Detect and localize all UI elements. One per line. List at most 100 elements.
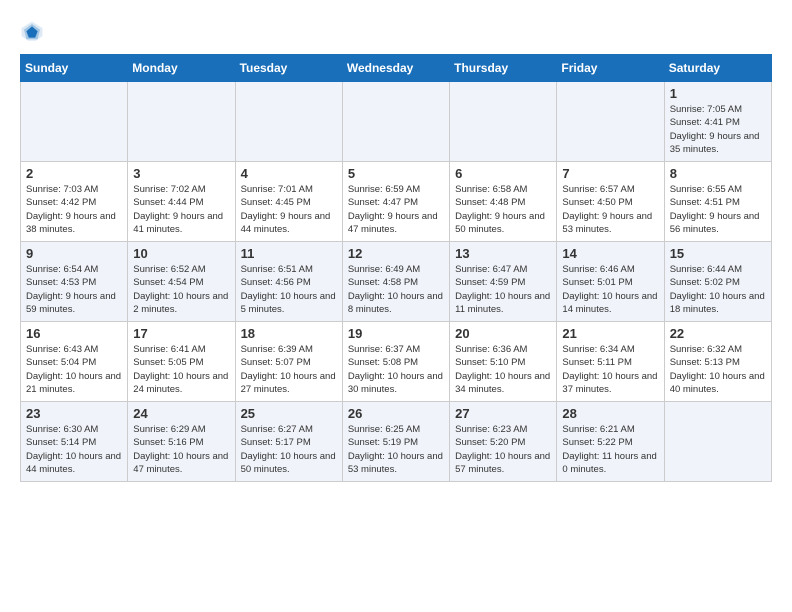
day-info: Sunrise: 6:44 AM Sunset: 5:02 PM Dayligh… — [670, 263, 766, 316]
day-info: Sunrise: 6:55 AM Sunset: 4:51 PM Dayligh… — [670, 183, 766, 236]
day-number: 26 — [348, 406, 444, 421]
page-header — [20, 20, 772, 44]
day-number: 20 — [455, 326, 551, 341]
day-number: 11 — [241, 246, 337, 261]
day-info: Sunrise: 6:39 AM Sunset: 5:07 PM Dayligh… — [241, 343, 337, 396]
weekday-header-monday: Monday — [128, 55, 235, 82]
calendar-cell: 10 Sunrise: 6:52 AM Sunset: 4:54 PM Dayli… — [128, 242, 235, 322]
day-number: 19 — [348, 326, 444, 341]
week-row-5: 23 Sunrise: 6:30 AM Sunset: 5:14 PM Dayli… — [21, 402, 772, 482]
calendar-cell: 24 Sunrise: 6:29 AM Sunset: 5:16 PM Dayli… — [128, 402, 235, 482]
week-row-3: 9 Sunrise: 6:54 AM Sunset: 4:53 PM Daylig… — [21, 242, 772, 322]
day-number: 13 — [455, 246, 551, 261]
calendar-cell: 20Sunrise: 6:36 AM Sunset: 5:10 PM Dayli… — [450, 322, 557, 402]
calendar-cell: 14 Sunrise: 6:46 AM Sunset: 5:01 PM Dayli… — [557, 242, 664, 322]
day-number: 25 — [241, 406, 337, 421]
day-number: 15 — [670, 246, 766, 261]
logo — [20, 20, 48, 44]
day-info: Sunrise: 6:23 AM Sunset: 5:20 PM Dayligh… — [455, 423, 551, 476]
day-number: 3 — [133, 166, 229, 181]
day-number: 4 — [241, 166, 337, 181]
day-info: Sunrise: 6:51 AM Sunset: 4:56 PM Dayligh… — [241, 263, 337, 316]
calendar-cell — [557, 82, 664, 162]
day-number: 10 — [133, 246, 229, 261]
day-number: 1 — [670, 86, 766, 101]
calendar-cell: 6 Sunrise: 6:58 AM Sunset: 4:48 PM Daylig… — [450, 162, 557, 242]
day-info: Sunrise: 6:46 AM Sunset: 5:01 PM Dayligh… — [562, 263, 658, 316]
calendar-cell — [450, 82, 557, 162]
week-row-4: 16 Sunrise: 6:43 AM Sunset: 5:04 PM Dayli… — [21, 322, 772, 402]
week-row-1: 1Sunrise: 7:05 AM Sunset: 4:41 PM Daylig… — [21, 82, 772, 162]
day-info: Sunrise: 6:52 AM Sunset: 4:54 PM Dayligh… — [133, 263, 229, 316]
calendar-cell: 12Sunrise: 6:49 AM Sunset: 4:58 PM Dayli… — [342, 242, 449, 322]
day-info: Sunrise: 6:57 AM Sunset: 4:50 PM Dayligh… — [562, 183, 658, 236]
day-number: 6 — [455, 166, 551, 181]
day-info: Sunrise: 6:25 AM Sunset: 5:19 PM Dayligh… — [348, 423, 444, 476]
weekday-header-wednesday: Wednesday — [342, 55, 449, 82]
day-info: Sunrise: 6:58 AM Sunset: 4:48 PM Dayligh… — [455, 183, 551, 236]
day-info: Sunrise: 6:29 AM Sunset: 5:16 PM Dayligh… — [133, 423, 229, 476]
calendar-cell: 19 Sunrise: 6:37 AM Sunset: 5:08 PM Dayli… — [342, 322, 449, 402]
calendar-cell: 5 Sunrise: 6:59 AM Sunset: 4:47 PM Daylig… — [342, 162, 449, 242]
calendar-table: SundayMondayTuesdayWednesdayThursdayFrid… — [20, 54, 772, 482]
calendar-cell: 27 Sunrise: 6:23 AM Sunset: 5:20 PM Dayli… — [450, 402, 557, 482]
day-info: Sunrise: 6:21 AM Sunset: 5:22 PM Dayligh… — [562, 423, 658, 476]
day-info: Sunrise: 6:27 AM Sunset: 5:17 PM Dayligh… — [241, 423, 337, 476]
weekday-header-sunday: Sunday — [21, 55, 128, 82]
calendar-cell — [342, 82, 449, 162]
calendar-cell: 3Sunrise: 7:02 AM Sunset: 4:44 PM Daylig… — [128, 162, 235, 242]
calendar-cell: 18Sunrise: 6:39 AM Sunset: 5:07 PM Dayli… — [235, 322, 342, 402]
calendar-cell: 2 Sunrise: 7:03 AM Sunset: 4:42 PM Daylig… — [21, 162, 128, 242]
day-info: Sunrise: 6:43 AM Sunset: 5:04 PM Dayligh… — [26, 343, 122, 396]
day-info: Sunrise: 6:59 AM Sunset: 4:47 PM Dayligh… — [348, 183, 444, 236]
week-row-2: 2 Sunrise: 7:03 AM Sunset: 4:42 PM Daylig… — [21, 162, 772, 242]
calendar-cell: 1Sunrise: 7:05 AM Sunset: 4:41 PM Daylig… — [664, 82, 771, 162]
calendar-cell: 17 Sunrise: 6:41 AM Sunset: 5:05 PM Dayli… — [128, 322, 235, 402]
day-number: 28 — [562, 406, 658, 421]
weekday-header-thursday: Thursday — [450, 55, 557, 82]
day-info: Sunrise: 7:03 AM Sunset: 4:42 PM Dayligh… — [26, 183, 122, 236]
calendar-cell: 15 Sunrise: 6:44 AM Sunset: 5:02 PM Dayli… — [664, 242, 771, 322]
day-number: 5 — [348, 166, 444, 181]
day-number: 16 — [26, 326, 122, 341]
calendar-cell: 4 Sunrise: 7:01 AM Sunset: 4:45 PM Daylig… — [235, 162, 342, 242]
calendar-cell: 7 Sunrise: 6:57 AM Sunset: 4:50 PM Daylig… — [557, 162, 664, 242]
day-info: Sunrise: 6:41 AM Sunset: 5:05 PM Dayligh… — [133, 343, 229, 396]
calendar-cell: 16 Sunrise: 6:43 AM Sunset: 5:04 PM Dayli… — [21, 322, 128, 402]
weekday-header-saturday: Saturday — [664, 55, 771, 82]
day-info: Sunrise: 6:32 AM Sunset: 5:13 PM Dayligh… — [670, 343, 766, 396]
day-info: Sunrise: 6:54 AM Sunset: 4:53 PM Dayligh… — [26, 263, 122, 316]
day-number: 9 — [26, 246, 122, 261]
day-number: 21 — [562, 326, 658, 341]
calendar-cell: 28 Sunrise: 6:21 AM Sunset: 5:22 PM Dayli… — [557, 402, 664, 482]
day-info: Sunrise: 6:34 AM Sunset: 5:11 PM Dayligh… — [562, 343, 658, 396]
day-info: Sunrise: 6:37 AM Sunset: 5:08 PM Dayligh… — [348, 343, 444, 396]
day-number: 22 — [670, 326, 766, 341]
calendar-cell: 22 Sunrise: 6:32 AM Sunset: 5:13 PM Dayli… — [664, 322, 771, 402]
calendar-cell: 11 Sunrise: 6:51 AM Sunset: 4:56 PM Dayli… — [235, 242, 342, 322]
day-number: 8 — [670, 166, 766, 181]
day-number: 7 — [562, 166, 658, 181]
calendar-cell: 23 Sunrise: 6:30 AM Sunset: 5:14 PM Dayli… — [21, 402, 128, 482]
calendar-cell: 13 Sunrise: 6:47 AM Sunset: 4:59 PM Dayli… — [450, 242, 557, 322]
calendar-cell — [664, 402, 771, 482]
day-number: 23 — [26, 406, 122, 421]
calendar-cell: 26 Sunrise: 6:25 AM Sunset: 5:19 PM Dayli… — [342, 402, 449, 482]
day-info: Sunrise: 6:30 AM Sunset: 5:14 PM Dayligh… — [26, 423, 122, 476]
day-number: 2 — [26, 166, 122, 181]
calendar-cell: 9 Sunrise: 6:54 AM Sunset: 4:53 PM Daylig… — [21, 242, 128, 322]
day-number: 12 — [348, 246, 444, 261]
day-number: 17 — [133, 326, 229, 341]
weekday-header-row: SundayMondayTuesdayWednesdayThursdayFrid… — [21, 55, 772, 82]
calendar-cell — [21, 82, 128, 162]
logo-icon — [20, 20, 44, 44]
day-info: Sunrise: 6:47 AM Sunset: 4:59 PM Dayligh… — [455, 263, 551, 316]
weekday-header-tuesday: Tuesday — [235, 55, 342, 82]
day-number: 24 — [133, 406, 229, 421]
day-number: 27 — [455, 406, 551, 421]
calendar-cell — [235, 82, 342, 162]
day-info: Sunrise: 7:01 AM Sunset: 4:45 PM Dayligh… — [241, 183, 337, 236]
calendar-cell — [128, 82, 235, 162]
calendar-cell: 25 Sunrise: 6:27 AM Sunset: 5:17 PM Dayli… — [235, 402, 342, 482]
day-number: 14 — [562, 246, 658, 261]
